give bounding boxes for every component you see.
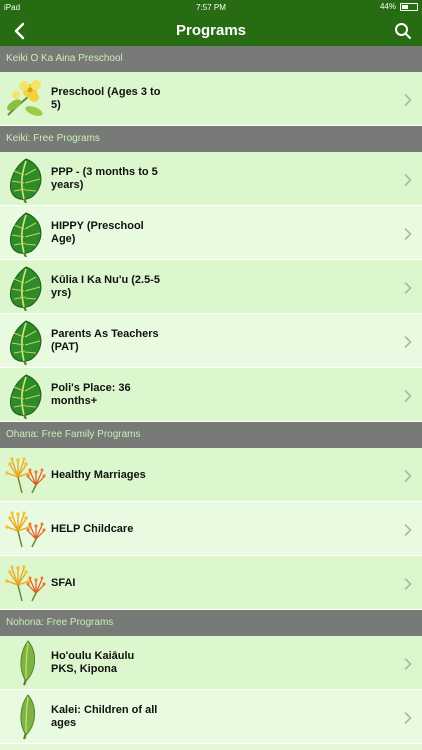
status-right: 44% <box>380 2 418 11</box>
search-icon <box>395 23 411 39</box>
list-item[interactable]: Preschool (Ages 3 to 5) <box>0 72 422 126</box>
chevron-right-icon <box>404 523 412 536</box>
status-time: 7:57 PM <box>196 3 226 12</box>
list-item[interactable]: Healthy Marriages <box>0 448 422 502</box>
list-item-label: PPP - (3 months to 5 years) <box>51 166 158 191</box>
ti-leaf-icon <box>4 639 48 687</box>
list-item[interactable]: Ho'oulu Kaiāulu PKS, Kipona <box>0 636 422 690</box>
lehua-blossom-icon <box>4 559 48 607</box>
taro-leaf-icon <box>4 371 48 420</box>
lehua-blossom-icon <box>4 505 48 553</box>
chevron-right-icon <box>404 577 412 590</box>
nav-bar: Programs <box>0 16 422 46</box>
chevron-right-icon <box>404 335 412 348</box>
ti-leaf-icon <box>4 693 48 741</box>
list-item[interactable]: HIPPY (Preschool Age) <box>0 206 422 260</box>
section-header: Keiki: Free Programs <box>0 126 422 152</box>
chevron-right-icon <box>404 281 412 294</box>
taro-leaf-icon <box>4 209 48 258</box>
chevron-right-icon <box>404 93 412 106</box>
chevron-right-icon <box>404 469 412 482</box>
search-button[interactable] <box>390 18 416 44</box>
list-item[interactable]: Poli's Place: 36 months+ <box>0 368 422 422</box>
taro-leaf-icon <box>4 317 48 366</box>
battery-fill <box>402 4 408 9</box>
list-item-label: Kalei: Children of all ages <box>51 704 158 729</box>
list-item-label: Ho'oulu Kaiāulu PKS, Kipona <box>51 650 135 675</box>
taro-leaf-icon <box>4 263 48 312</box>
battery-percent: 44% <box>379 2 396 11</box>
list-item-label: Parents As Teachers (PAT) <box>51 328 159 353</box>
list-item-label: HELP Childcare <box>51 522 134 535</box>
chevron-right-icon <box>404 657 412 670</box>
list-item[interactable]: HELP Childcare <box>0 502 422 556</box>
list-item-label: Kūlia I Ka Nu'u (2.5-5 yrs) <box>51 274 160 299</box>
lehua-blossom-icon <box>4 451 48 499</box>
list-item-label: Healthy Marriages <box>51 468 146 481</box>
battery-icon <box>400 2 418 11</box>
chevron-right-icon <box>404 711 412 724</box>
chevron-right-icon <box>404 227 412 240</box>
list-item-label: Poli's Place: 36 months+ <box>51 382 131 407</box>
taro-leaf-icon <box>4 155 48 204</box>
chevron-right-icon <box>404 173 412 186</box>
section-header: Ohana: Free Family Programs <box>0 422 422 448</box>
list-item[interactable]: Parents As Teachers (PAT) <box>0 314 422 368</box>
list-item[interactable]: Kalei: Children of all ages <box>0 690 422 744</box>
list-item[interactable]: PPP - (3 months to 5 years) <box>0 152 422 206</box>
yellow-hibiscus-icon <box>4 75 48 123</box>
list-item-label: HIPPY (Preschool Age) <box>51 220 144 245</box>
list-item-label: Preschool (Ages 3 to 5) <box>51 86 161 111</box>
page-title: Programs <box>175 22 247 39</box>
section-header: Nohona: Free Programs <box>0 610 422 636</box>
section-header: Keiki O Ka Aina Preschool <box>0 46 422 72</box>
list-item[interactable]: SFAI <box>0 556 422 610</box>
list-item[interactable]: Kūlia I Ka Nu'u (2.5-5 yrs) <box>0 260 422 314</box>
chevron-right-icon <box>404 389 412 402</box>
list-item-label: SFAI <box>51 576 76 589</box>
status-bar: iPad 7:57 PM 44% <box>0 0 422 16</box>
